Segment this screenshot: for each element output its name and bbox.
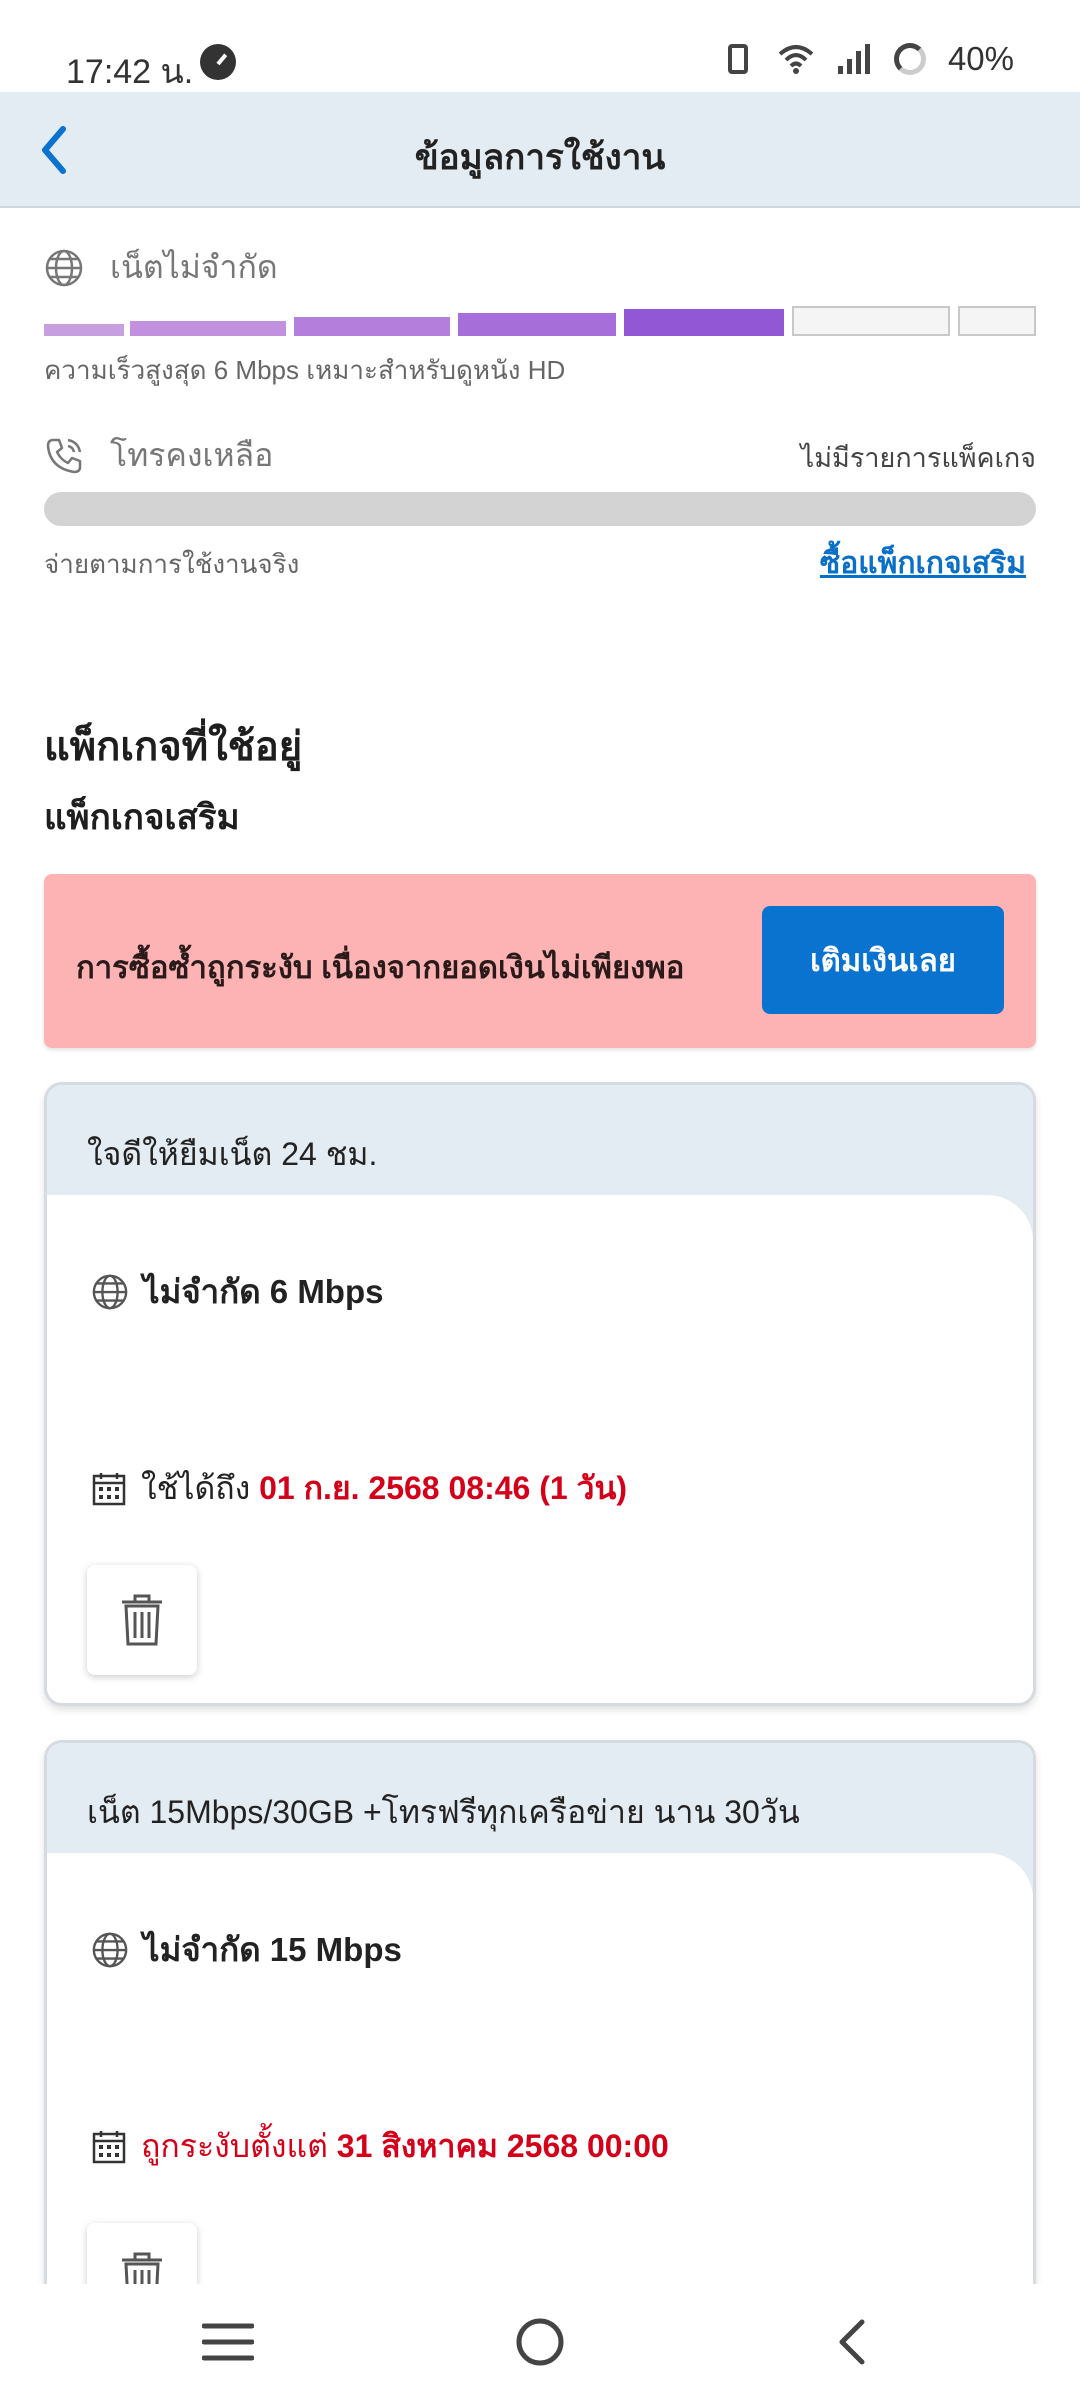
battery-icon bbox=[893, 43, 926, 75]
speedometer-icon bbox=[200, 44, 236, 80]
calls-label: โทรคงเหลือ bbox=[110, 437, 274, 473]
internet-label: เน็ตไม่จำกัด bbox=[110, 249, 278, 285]
calls-remaining-bar bbox=[44, 492, 1036, 526]
globe-icon bbox=[92, 1274, 128, 1309]
home-button[interactable] bbox=[508, 2310, 572, 2374]
system-back-button[interactable] bbox=[820, 2310, 884, 2374]
calendar-icon bbox=[92, 2130, 126, 2163]
expiry-prefix: ใช้ได้ถึง bbox=[141, 1470, 251, 1506]
wifi-icon bbox=[778, 42, 814, 76]
buy-addon-link[interactable]: ซื้อแพ็กเกจเสริม bbox=[820, 540, 1026, 587]
package-suspended: ถูกระงับตั้งแต่ 31 สิงหาคม 2568 00:00 bbox=[91, 2121, 669, 2172]
speed-segment bbox=[44, 324, 124, 336]
menu-icon bbox=[202, 2323, 254, 2361]
insufficient-balance-alert: การซื้อซ้ำถูกระงับ เนื่องจากยอดเงินไม่เพ… bbox=[44, 874, 1036, 1048]
speed-segment-empty bbox=[792, 306, 950, 336]
calendar-icon bbox=[92, 1472, 126, 1505]
internet-row: เน็ตไม่จำกัด bbox=[44, 242, 1036, 293]
top-up-button[interactable]: เติมเงินเลย bbox=[762, 906, 1004, 1014]
speed-segment-empty bbox=[958, 306, 1036, 336]
expiry-value: 01 ก.ย. 2568 08:46 (1 วัน) bbox=[259, 1470, 628, 1506]
package-feature: ไม่จำกัด 6 Mbps bbox=[91, 1265, 383, 1318]
globe-icon bbox=[45, 249, 83, 286]
trash-icon bbox=[122, 1594, 162, 1646]
speed-segment bbox=[458, 313, 616, 336]
globe-icon bbox=[92, 1932, 128, 1967]
vibrate-icon bbox=[727, 44, 748, 74]
speed-level-bars bbox=[44, 300, 1036, 336]
package-feature-text: ไม่จำกัด 6 Mbps bbox=[143, 1273, 384, 1310]
package-expiry: ใช้ได้ถึง 01 ก.ย. 2568 08:46 (1 วัน) bbox=[91, 1463, 627, 1514]
app-header: ข้อมูลการใช้งาน bbox=[0, 92, 1080, 208]
calls-status: ไม่มีรายการแพ็คเกจ bbox=[800, 443, 1036, 473]
package-name: เน็ต 15Mbps/30GB +โทรฟรีทุกเครือข่าย นาน… bbox=[87, 1794, 800, 1830]
speed-segment bbox=[130, 321, 286, 336]
section-subtitle: แพ็กเกจเสริม bbox=[44, 798, 240, 837]
internet-description: ความเร็วสูงสุด 6 Mbps เหมาะสำหรับดูหนัง … bbox=[44, 355, 566, 385]
recent-apps-button[interactable] bbox=[196, 2310, 260, 2374]
package-name: ใจดีให้ยืมเน็ต 24 ชม. bbox=[87, 1136, 378, 1172]
suspended-prefix: ถูกระงับตั้งแต่ bbox=[141, 2128, 328, 2164]
system-nav-bar bbox=[0, 2284, 1080, 2400]
section-title: แพ็กเกจที่ใช้อยู่ bbox=[44, 725, 303, 769]
chevron-left-icon bbox=[839, 2319, 865, 2365]
status-icons: 40% bbox=[720, 40, 1014, 78]
battery-percent: 40% bbox=[947, 40, 1014, 77]
suspended-date: 31 สิงหาคม 2568 00:00 bbox=[336, 2128, 669, 2164]
package-feature: ไม่จำกัด 15 Mbps bbox=[91, 1923, 402, 1976]
speed-segment bbox=[294, 317, 450, 336]
package-card-body: ไม่จำกัด 6 Mbps ใช้ได้ถึง 01 ก.ย. 2568 0… bbox=[47, 1195, 1033, 1703]
status-bar: 17:42 น. 40% bbox=[0, 0, 1080, 92]
calls-row: โทรคงเหลือ ไม่มีรายการแพ็คเกจ bbox=[44, 430, 1036, 481]
phone-icon bbox=[46, 438, 82, 473]
speed-segment bbox=[624, 309, 784, 336]
page-title: ข้อมูลการใช้งาน bbox=[414, 138, 666, 177]
signal-icon bbox=[836, 42, 872, 76]
package-card-body: ไม่จำกัด 15 Mbps ถูกระงับตั้งแต่ 31 สิงห… bbox=[47, 1853, 1033, 2337]
internet-label-row: เน็ตไม่จำกัด bbox=[44, 242, 1036, 293]
package-card: ใจดีให้ยืมเน็ต 24 ชม. ไม่จำกัด 6 Mbps ใช… bbox=[44, 1082, 1036, 1706]
package-feature-text: ไม่จำกัด 15 Mbps bbox=[143, 1931, 402, 1968]
package-card: เน็ต 15Mbps/30GB +โทรฟรีทุกเครือข่าย นาน… bbox=[44, 1740, 1036, 2340]
delete-package-button[interactable] bbox=[87, 1565, 197, 1675]
status-time: 17:42 น. bbox=[66, 53, 194, 91]
alert-message: การซื้อซ้ำถูกระงับ เนื่องจากยอดเงินไม่เพ… bbox=[76, 950, 685, 985]
home-circle-icon bbox=[516, 2318, 564, 2366]
